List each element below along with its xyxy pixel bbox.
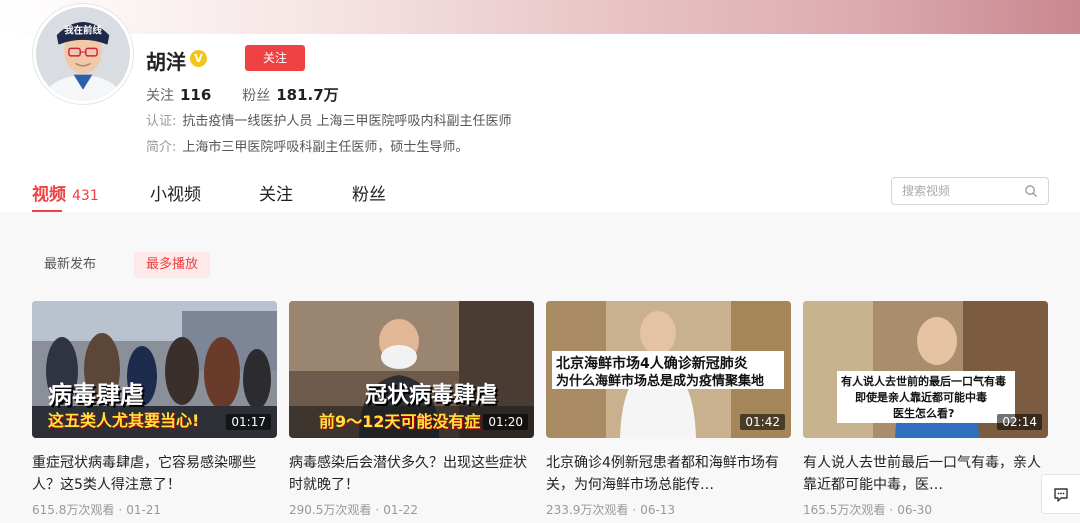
video-thumbnail[interactable]: 病毒肆虐 这五类人尤其要当心! 01:17 [32, 301, 277, 438]
profile-stats: 关注 116 粉丝 181.7万 [146, 84, 339, 105]
video-duration: 01:17 [226, 414, 271, 430]
tab-short-videos[interactable]: 小视频 [150, 180, 201, 205]
video-title[interactable]: 北京确诊4例新冠患者都和海鲜市场有关，为何海鲜市场总能传… [546, 452, 791, 496]
feedback-icon [1054, 488, 1068, 502]
view-count: 615.8万次观看 [32, 503, 115, 517]
verified-badge-icon: V [190, 50, 207, 67]
publish-date: 01-22 [383, 503, 419, 517]
bio-label: 简介: [146, 140, 177, 155]
tab-followers[interactable]: 粉丝 [352, 180, 386, 205]
video-title[interactable]: 有人说人去世前最后一口气有毒，亲人靠近都可能中毒，医… [803, 452, 1048, 496]
video-duration: 02:14 [997, 414, 1042, 430]
active-tab-indicator [32, 210, 62, 212]
tab-videos-label: 视频 [32, 185, 66, 205]
filter-most-played[interactable]: 最多播放 [134, 252, 211, 278]
bio: 简介: 上海市三甲医院呼吸科副主任医师，硕士生导师。 [146, 136, 468, 155]
video-meta: 615.8万次观看 · 01-21 [32, 501, 277, 518]
video-card[interactable]: 北京海鲜市场4人确诊新冠肺炎 为什么海鲜市场总是成为疫情聚集地 01:42 北京… [546, 301, 791, 518]
video-title[interactable]: 重症冠状病毒肆虐，它容易感染哪些人？这5类人得注意了！ [32, 452, 277, 496]
follow-button[interactable]: 关注 [245, 45, 305, 71]
meta-separator: · [889, 503, 894, 517]
certification: 认证: 抗击疫情一线医护人员 上海三甲医院呼吸内科副主任医师 [146, 110, 512, 129]
publish-date: 06-30 [897, 503, 933, 517]
meta-separator: · [632, 503, 637, 517]
publish-date: 01-21 [126, 503, 162, 517]
avatar[interactable]: 我在前线 [33, 4, 133, 104]
tab-following[interactable]: 关注 [259, 180, 293, 205]
tab-videos-count: 431 [72, 188, 99, 204]
video-thumbnail[interactable]: 有人说人去世前的最后一口气有毒 即使是亲人靠近都可能中毒 医生怎么看? 02:1… [803, 301, 1048, 438]
meta-separator: · [375, 503, 380, 517]
thumbnail-caption-main: 病毒肆虐 [48, 381, 144, 409]
avatar-hat-text: 我在前线 [64, 24, 102, 36]
video-title[interactable]: 病毒感染后会潜伏多久？出现这些症状时就晚了！ [289, 452, 534, 496]
thumbnail-caption-main: 有人说人去世前的最后一口气有毒 [841, 375, 1006, 388]
cert-value: 抗击疫情一线医护人员 上海三甲医院呼吸内科副主任医师 [182, 114, 512, 129]
followers-count[interactable]: 181.7万 [276, 86, 338, 104]
video-meta: 290.5万次观看 · 01-22 [289, 501, 534, 518]
video-duration: 01:20 [483, 414, 528, 430]
video-thumbnail[interactable]: 冠状病毒肆虐 前9～12天可能没有症 01:20 [289, 301, 534, 438]
video-card[interactable]: 病毒肆虐 这五类人尤其要当心! 01:17 重症冠状病毒肆虐，它容易感染哪些人？… [32, 301, 277, 518]
profile-name: 胡洋 [146, 50, 186, 74]
feedback-button[interactable] [1041, 474, 1080, 514]
search-icon[interactable] [1024, 184, 1038, 198]
tab-videos[interactable]: 视频 431 [32, 180, 99, 212]
search-input[interactable] [892, 178, 1012, 204]
video-card[interactable]: 冠状病毒肆虐 前9～12天可能没有症 01:20 病毒感染后会潜伏多久？出现这些… [289, 301, 534, 518]
cert-label: 认证: [146, 114, 177, 129]
view-count: 290.5万次观看 [289, 503, 372, 517]
video-search [891, 177, 1049, 205]
video-meta: 233.9万次观看 · 06-13 [546, 501, 791, 518]
bio-value: 上海市三甲医院呼吸科副主任医师，硕士生导师。 [182, 140, 469, 155]
video-duration: 01:42 [740, 414, 785, 430]
video-card[interactable]: 有人说人去世前的最后一口气有毒 即使是亲人靠近都可能中毒 医生怎么看? 02:1… [803, 301, 1048, 518]
thumbnail-caption-sub: 这五类人尤其要当心! [48, 411, 200, 430]
meta-separator: · [118, 503, 123, 517]
video-thumbnail[interactable]: 北京海鲜市场4人确诊新冠肺炎 为什么海鲜市场总是成为疫情聚集地 01:42 [546, 301, 791, 438]
view-count: 233.9万次观看 [546, 503, 629, 517]
publish-date: 06-13 [640, 503, 676, 517]
thumbnail-caption-sub: 前9～12天可能没有症 [319, 412, 481, 431]
view-count: 165.5万次观看 [803, 503, 886, 517]
thumbnail-caption-sub2: 医生怎么看? [893, 407, 955, 420]
filter-latest[interactable]: 最新发布 [32, 252, 108, 278]
video-meta: 165.5万次观看 · 06-30 [803, 501, 1048, 518]
profile-banner [0, 0, 1080, 34]
followers-label: 粉丝 [242, 88, 271, 104]
thumbnail-caption-main: 冠状病毒肆虐 [365, 383, 498, 408]
following-label: 关注 [146, 88, 174, 104]
following-count[interactable]: 116 [180, 86, 211, 104]
thumbnail-caption-sub: 即使是亲人靠近都可能中毒 [855, 391, 987, 404]
thumbnail-caption-sub: 为什么海鲜市场总是成为疫情聚集地 [556, 374, 765, 389]
